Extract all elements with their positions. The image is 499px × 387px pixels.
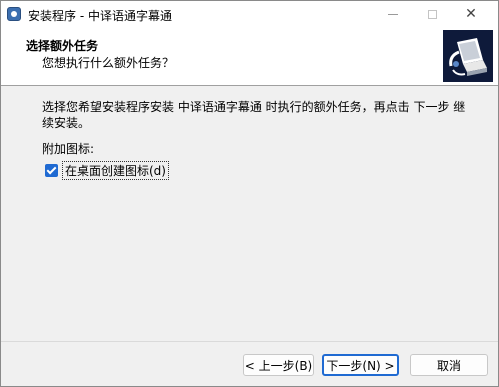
maximize-button[interactable] xyxy=(412,1,452,27)
wizard-header: 选择额外任务 您想执行什么额外任务？ xyxy=(1,29,498,86)
footer-divider xyxy=(1,341,498,342)
additional-icons-label: 附加图标: xyxy=(42,142,95,156)
desktop-icon-task[interactable]: 在桌面创建图标(d) xyxy=(45,161,169,180)
close-button[interactable]: ✕ xyxy=(451,1,491,27)
computer-install-icon xyxy=(443,30,493,82)
page-title: 选择额外任务 xyxy=(26,39,99,53)
cancel-button[interactable]: 取消 xyxy=(410,354,488,376)
title-bar[interactable]: 安装程序 - 中译语通字幕通 ✕ xyxy=(1,1,498,29)
instruction-text: 选择您希望安装程序安装 中译语通字幕通 时执行的额外任务，再点击 下一步 继续安… xyxy=(42,100,466,130)
minimize-icon xyxy=(388,13,398,15)
desktop-icon-checkbox-label[interactable]: 在桌面创建图标(d) xyxy=(62,161,169,180)
back-button[interactable]: < 上一步(B) xyxy=(243,354,314,376)
desktop-icon-checkbox[interactable] xyxy=(45,164,58,177)
minimize-button[interactable] xyxy=(373,1,413,27)
close-icon: ✕ xyxy=(465,6,477,22)
maximize-icon xyxy=(427,9,437,19)
app-icon xyxy=(7,7,21,21)
installer-window: 安装程序 - 中译语通字幕通 ✕ 选择额外任务 您想执行什么额外任务？ 选择您希… xyxy=(0,0,499,387)
window-title: 安装程序 - 中译语通字幕通 xyxy=(28,9,172,23)
page-subtitle: 您想执行什么额外任务？ xyxy=(42,56,175,70)
next-button[interactable]: 下一步(N) > xyxy=(322,354,399,376)
